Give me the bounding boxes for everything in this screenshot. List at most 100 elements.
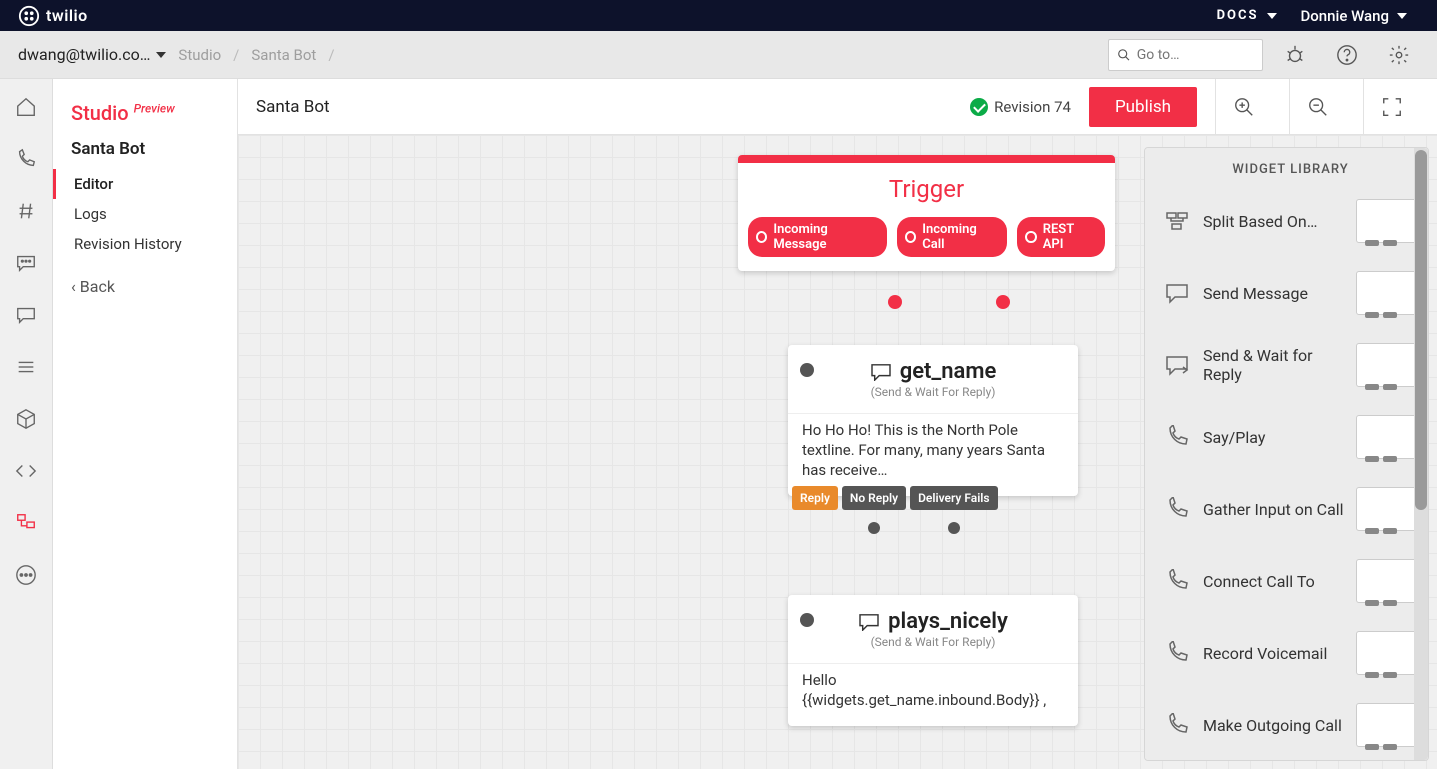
out-terminal[interactable] (868, 522, 880, 534)
widget-thumb (1356, 703, 1418, 747)
twilio-logo[interactable]: twilio (18, 5, 88, 27)
wl-say-play[interactable]: Say/Play (1159, 401, 1422, 473)
chevron-down-icon (1267, 13, 1277, 19)
wl-send-message[interactable]: Send Message (1159, 257, 1422, 329)
widget-body: Hello {{widgets.get_name.inbound.Body}} … (788, 663, 1078, 727)
split-icon (1163, 209, 1191, 233)
docs-menu[interactable]: DOCS (1205, 8, 1289, 23)
widget-subtitle: (Send & Wait For Reply) (802, 635, 1064, 659)
rail-home[interactable] (12, 93, 40, 121)
canvas-wrap: Santa Bot Revision 74 Publish (238, 79, 1437, 769)
widget-title: plays_nicely (858, 609, 1008, 634)
sidebar-item-editor[interactable]: Editor (53, 169, 237, 199)
search-icon (1117, 47, 1131, 63)
rail-messaging[interactable] (12, 249, 40, 277)
phone-icon (1163, 713, 1191, 737)
message-reply-icon (1163, 353, 1191, 377)
library-scrollbar[interactable] (1414, 148, 1428, 760)
check-icon (970, 98, 988, 116)
rail-list[interactable] (12, 353, 40, 381)
rail-voice[interactable] (12, 145, 40, 173)
widget-thumb (1356, 559, 1418, 603)
widget-library-header: WIDGET LIBRARY (1159, 158, 1422, 185)
flow-name: Santa Bot (53, 139, 237, 169)
global-search[interactable] (1108, 39, 1263, 71)
user-name: Donnie Wang (1301, 7, 1390, 25)
revision-label: Revision 74 (994, 98, 1071, 116)
widget-plays-nicely[interactable]: plays_nicely (Send & Wait For Reply) Hel… (788, 595, 1078, 726)
revision-status: Revision 74 (970, 98, 1071, 116)
global-topbar: twilio DOCS Donnie Wang (0, 0, 1437, 31)
widget-thumb (1356, 631, 1418, 675)
out-reply[interactable]: Reply (792, 486, 838, 510)
trigger-call-terminal[interactable] (888, 295, 902, 309)
widget-subtitle: (Send & Wait For Reply) (802, 385, 1064, 409)
widget-body: Ho Ho Ho! This is the North Pole textlin… (788, 413, 1078, 497)
widget-thumb (1356, 487, 1418, 531)
widget-thumb (1356, 415, 1418, 459)
trigger-node[interactable]: Trigger Incoming Message Incoming Call R… (738, 155, 1115, 271)
zoom-out-button[interactable] (1289, 79, 1345, 135)
node-anchor[interactable] (800, 363, 814, 377)
out-deliveryfails[interactable]: Delivery Fails (910, 486, 998, 510)
zoom-in-button[interactable] (1215, 79, 1271, 135)
widget-title: get_name (870, 359, 997, 384)
settings-button[interactable] (1379, 35, 1419, 75)
widget-library: WIDGET LIBRARY Split Based On… Send Mess… (1144, 147, 1429, 761)
help-button[interactable] (1327, 35, 1367, 75)
out-terminal[interactable] (948, 522, 960, 534)
trigger-port-rest[interactable]: REST API (1017, 217, 1105, 257)
message-icon (870, 363, 892, 381)
sidebar-item-logs[interactable]: Logs (53, 199, 237, 229)
widget-get-name[interactable]: get_name (Send & Wait For Reply) Ho Ho H… (788, 345, 1078, 496)
fit-screen-button[interactable] (1363, 79, 1419, 135)
studio-sidepanel: Studio Preview Santa Bot Editor Logs Rev… (53, 79, 238, 769)
wl-voicemail[interactable]: Record Voicemail (1159, 617, 1422, 689)
back-link[interactable]: ‹ Back (53, 259, 237, 314)
sidebar-item-revisions[interactable]: Revision History (53, 229, 237, 259)
widget-thumb (1356, 199, 1418, 243)
product-rail (0, 79, 53, 769)
trigger-port-call[interactable]: Incoming Call (897, 217, 1007, 257)
breadcrumb-bar: dwang@twilio.co… Studio / Santa Bot / (0, 31, 1437, 79)
wl-connect[interactable]: Connect Call To (1159, 545, 1422, 617)
canvas-header: Santa Bot Revision 74 Publish (238, 79, 1437, 135)
publish-button[interactable]: Publish (1089, 87, 1197, 127)
account-switcher[interactable]: dwang@twilio.co… (18, 45, 166, 64)
rail-chat[interactable] (12, 301, 40, 329)
rail-studio[interactable] (12, 509, 40, 537)
out-noreply[interactable]: No Reply (842, 486, 906, 510)
breadcrumb-studio[interactable]: Studio (178, 46, 221, 64)
message-icon (858, 613, 880, 631)
chevron-down-icon (156, 52, 166, 58)
wl-split[interactable]: Split Based On… (1159, 185, 1422, 257)
message-icon (1163, 281, 1191, 305)
brand-text: twilio (46, 6, 88, 25)
flow-canvas[interactable]: Trigger Incoming Message Incoming Call R… (238, 135, 1437, 769)
widget-thumb (1356, 343, 1418, 387)
wl-gather[interactable]: Gather Input on Call (1159, 473, 1422, 545)
trigger-port-message[interactable]: Incoming Message (748, 217, 887, 257)
wl-outgoing[interactable]: Make Outgoing Call (1159, 689, 1422, 761)
search-input[interactable] (1137, 47, 1254, 63)
phone-icon (1163, 641, 1191, 665)
breadcrumb-flow[interactable]: Santa Bot (251, 46, 316, 64)
node-anchor[interactable] (800, 613, 814, 627)
rail-package[interactable] (12, 405, 40, 433)
account-label: dwang@twilio.co… (18, 45, 150, 64)
phone-icon (1163, 497, 1191, 521)
rail-more[interactable] (12, 561, 40, 589)
breadcrumb-sep: / (233, 46, 239, 64)
phone-icon (1163, 569, 1191, 593)
docs-label: DOCS (1217, 8, 1259, 23)
connector-wires (238, 135, 538, 285)
chevron-down-icon (1397, 13, 1407, 19)
trigger-rest-terminal[interactable] (996, 295, 1010, 309)
widget-thumb (1356, 271, 1418, 315)
user-menu[interactable]: Donnie Wang (1289, 7, 1420, 25)
wl-send-wait[interactable]: Send & Wait for Reply (1159, 329, 1422, 401)
rail-hash[interactable] (12, 197, 40, 225)
breadcrumb-sep: / (328, 46, 334, 64)
debug-button[interactable] (1275, 35, 1315, 75)
rail-code[interactable] (12, 457, 40, 485)
